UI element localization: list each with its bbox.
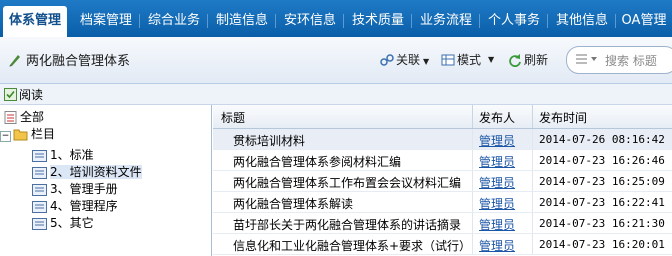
tree-item-manual[interactable]: 3、管理手册 (32, 181, 118, 198)
row-publisher-link[interactable]: 管理员 (479, 237, 515, 254)
read-button-label: 阅读 (19, 88, 44, 102)
document-list-icon (32, 201, 47, 213)
table-row[interactable]: 两化融合管理体系工作布置会会议材料汇编 管理员 2014-07-23 16:25… (213, 171, 672, 192)
pen-icon (9, 55, 20, 67)
row-publisher-link[interactable]: 管理员 (479, 132, 515, 149)
table-header: 标题 发布人 发布时间 (213, 105, 672, 129)
page-title-text: 两化融合管理体系 (26, 54, 131, 69)
tab-personal-affairs[interactable]: 个人事务 (480, 6, 548, 37)
grid-view-icon (441, 54, 455, 66)
mode-dropdown-button[interactable]: ▼ (488, 51, 500, 65)
row-publisher-link[interactable]: 管理员 (479, 153, 515, 170)
dropdown-arrow-icon: ▼ (423, 57, 430, 66)
row-publisher-link[interactable]: 管理员 (479, 195, 515, 212)
folder-icon (13, 129, 28, 141)
tree-item-label: 全部 (20, 110, 45, 124)
document-list-icon (32, 150, 47, 162)
tree-item-label: 栏目 (31, 127, 56, 141)
tree-item-others[interactable]: 5、其它 (32, 215, 94, 232)
row-time: 2014-07-23 16:20:01 (539, 238, 665, 251)
row-time: 2014-07-23 16:25:09 (539, 175, 665, 188)
table-row[interactable]: 苗圩部长关于两化融合管理体系的讲话摘录 管理员 2014-07-23 16:21… (213, 213, 672, 234)
document-list-icon (32, 184, 47, 196)
category-tree: 全部 − 栏目 1、标准 2、培训资料文件 3、管理手册 4、管理程序 5、其它 (0, 105, 212, 256)
tree-item-standards[interactable]: 1、标准 (32, 147, 94, 164)
tab-other-info[interactable]: 其他信息 (548, 6, 616, 37)
search-box[interactable]: 搜索 标题 (566, 46, 672, 74)
row-time: 2014-07-23 16:22:41 (539, 196, 665, 209)
refresh-icon (509, 54, 521, 67)
read-button[interactable]: 阅读 (4, 86, 43, 103)
page-title: 两化融合管理体系 (8, 50, 130, 69)
tab-business-process[interactable]: 业务流程 (412, 6, 480, 37)
table-row[interactable]: 信息化和工业化融合管理体系+要求（试行） 管理员 2014-07-23 16:2… (213, 234, 672, 255)
dropdown-arrow-icon: ▼ (488, 55, 495, 64)
refresh-button-label: 刷新 (524, 53, 549, 67)
tree-item-training-files[interactable]: 2、培训资料文件 (32, 164, 142, 181)
row-title[interactable]: 两化融合管理体系参阅材料汇编 (233, 153, 401, 170)
search-options-icon (576, 54, 597, 64)
tree-item-label: 5、其它 (50, 216, 94, 230)
top-navigation: 体系管理 档案管理 综合业务 制造信息 安环信息 技术质量 业务流程 个人事务 … (0, 0, 672, 37)
refresh-button[interactable]: 刷新 (508, 51, 548, 68)
tree-item-all[interactable]: 全部 (4, 109, 44, 126)
document-list-icon (32, 218, 47, 230)
tree-item-label: 4、管理程序 (50, 199, 118, 213)
tab-oa-management[interactable]: OA管理 (616, 6, 672, 37)
list-check-icon (4, 111, 17, 124)
table-row[interactable]: 两化融合管理体系参阅材料汇编 管理员 2014-07-23 16:26:46 (213, 150, 672, 171)
table-row[interactable]: 两化融合管理体系解读 管理员 2014-07-23 16:22:41 (213, 192, 672, 213)
row-time: 2014-07-23 16:26:46 (539, 154, 665, 167)
row-time: 2014-07-26 08:16:42 (539, 133, 665, 146)
search-placeholder: 搜索 标题 (605, 54, 657, 68)
document-list-icon (32, 167, 47, 179)
row-title[interactable]: 苗圩部长关于两化融合管理体系的讲话摘录 (233, 216, 461, 233)
tree-item-label: 2、培训资料文件 (50, 165, 142, 179)
row-publisher-link[interactable]: 管理员 (479, 174, 515, 191)
link-button-label: 关联 (396, 53, 421, 67)
tab-system-management[interactable]: 体系管理 (3, 6, 67, 37)
tab-general-business[interactable]: 综合业务 (140, 6, 208, 37)
row-title[interactable]: 信息化和工业化融合管理体系+要求（试行） (233, 237, 471, 254)
mode-button-label: 模式 (457, 53, 482, 67)
tree-folder-columns[interactable]: − 栏目 (0, 126, 55, 143)
tree-item-label: 3、管理手册 (50, 182, 118, 196)
column-header-time[interactable]: 发布时间 (539, 109, 587, 126)
tab-archive-management[interactable]: 档案管理 (72, 6, 140, 37)
read-icon (4, 88, 17, 101)
tab-safety-environment[interactable]: 安环信息 (276, 6, 344, 37)
tree-item-procedures[interactable]: 4、管理程序 (32, 198, 118, 215)
tab-technical-quality[interactable]: 技术质量 (344, 6, 412, 37)
action-bar: 阅读 (0, 84, 672, 105)
mode-button[interactable]: 模式 (441, 51, 481, 68)
tab-manufacturing-info[interactable]: 制造信息 (208, 6, 276, 37)
table-row[interactable]: 贯标培训材料 管理员 2014-07-26 08:16:42 (213, 129, 672, 150)
row-time: 2014-07-23 16:21:30 (539, 217, 665, 230)
tree-item-label: 1、标准 (50, 148, 94, 162)
link-icon (380, 54, 394, 66)
row-title[interactable]: 两化融合管理体系解读 (233, 195, 353, 212)
link-button[interactable]: 关联 ▼ (380, 51, 429, 68)
column-header-publisher[interactable]: 发布人 (479, 109, 515, 126)
row-publisher-link[interactable]: 管理员 (479, 216, 515, 233)
row-title[interactable]: 贯标培训材料 (233, 132, 305, 149)
row-title[interactable]: 两化融合管理体系工作布置会会议材料汇编 (233, 174, 461, 191)
column-header-title[interactable]: 标题 (221, 109, 245, 126)
collapse-icon: − (0, 131, 11, 142)
title-bar: 两化融合管理体系 关联 ▼ 模式 ▼ 刷新 搜索 标题 (0, 37, 672, 84)
